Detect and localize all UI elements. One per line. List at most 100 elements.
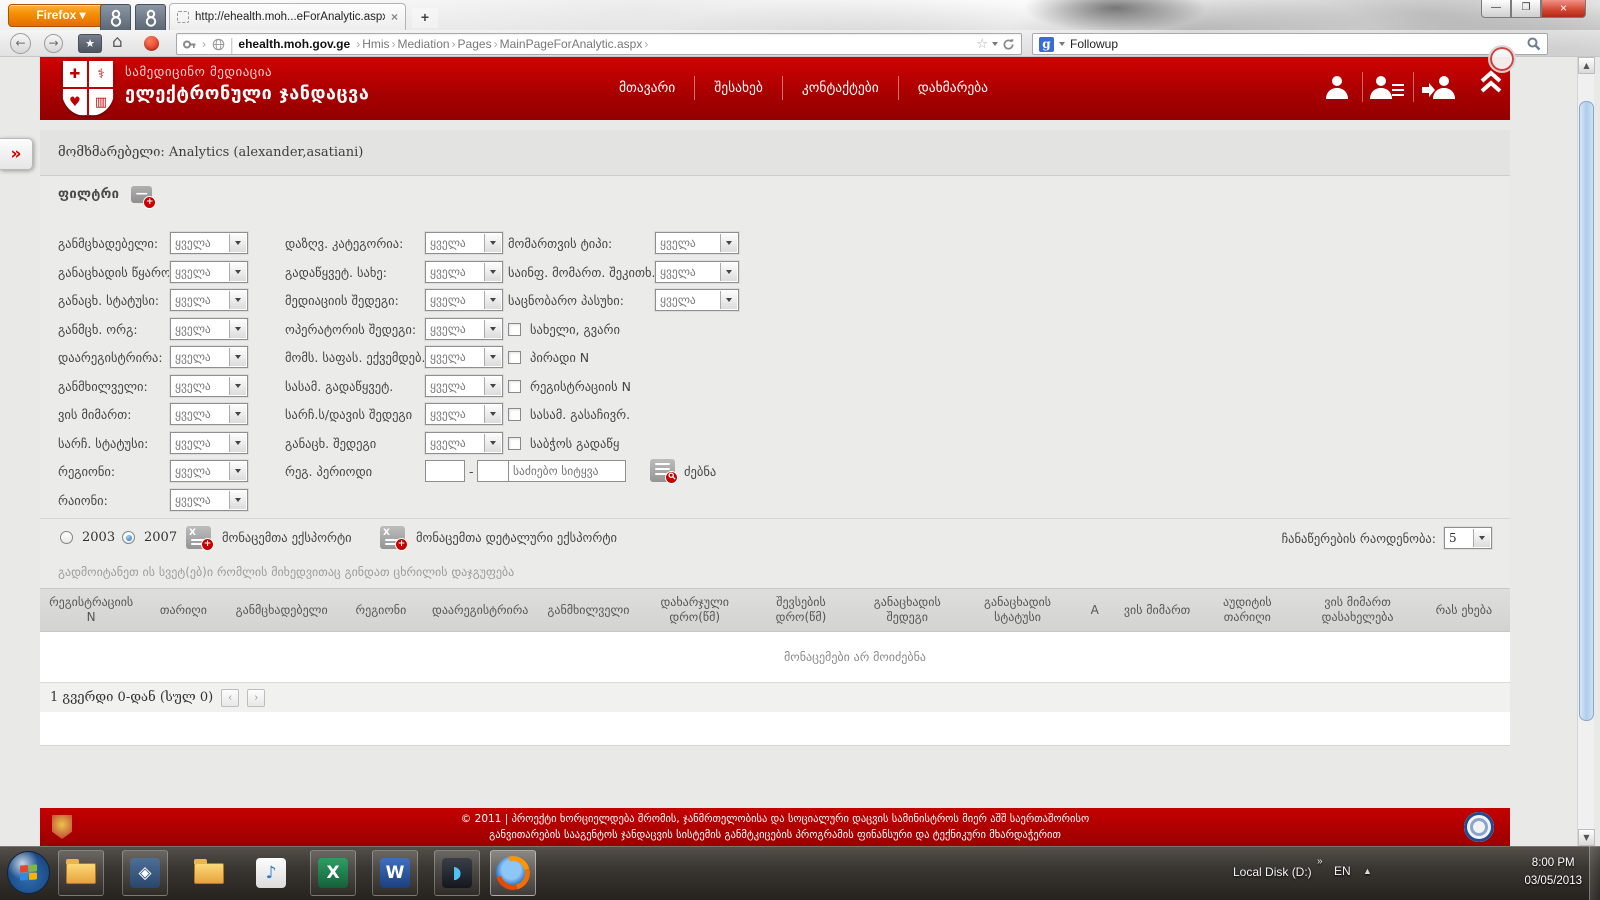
user-list-button[interactable] [1363,73,1413,101]
sidebar-expand-button[interactable]: » [0,138,33,170]
select-arrow-icon[interactable] [720,234,737,252]
excel-export-icon[interactable]: X + [186,526,211,549]
column-header-3[interactable]: რეგიონი [339,589,423,631]
breadcrumb-item-2[interactable]: Pages [458,37,492,51]
taskbar-explorer-button[interactable] [58,850,104,896]
scroll-up-icon[interactable]: ▲ [1578,57,1595,74]
addon-icon[interactable] [144,36,159,51]
filter-checkbox-0[interactable] [508,323,521,336]
column-header-13[interactable]: ვის მიმართ დასახელება [1297,589,1417,631]
breadcrumb-item-3[interactable]: MainPageForAnalytic.aspx [500,37,643,51]
radio-2003-label[interactable]: 2003 [82,519,115,557]
column-header-10[interactable]: A [1073,589,1117,631]
filter-select-c1-2[interactable]: ყველა [170,289,248,311]
export-data-button[interactable]: მონაცემთა ექსპორტი [222,519,352,557]
filter-select-c1-7[interactable]: ყველა [170,432,248,454]
select-arrow-icon[interactable] [720,291,737,309]
start-button[interactable] [7,851,50,894]
excel-detailed-export-icon[interactable]: X + [380,526,405,549]
scrollbar-thumb[interactable] [1579,101,1594,721]
select-arrow-icon[interactable] [229,405,246,423]
search-engine-dropdown-icon[interactable] [1059,42,1065,46]
new-tab-button[interactable]: + [412,8,438,28]
url-host[interactable]: ehealth.moh.gov.ge [238,37,350,51]
filter-checkbox-1[interactable] [508,351,521,364]
pinned-tab-1[interactable] [100,4,131,30]
hidden-icons-chevron[interactable]: ▲ [1363,866,1372,876]
reload-icon[interactable] [1002,38,1015,51]
filter-select-c3-2[interactable]: ყველა [655,289,739,311]
bookmarks-button[interactable]: ★ [78,34,102,53]
filter-select-c1-5[interactable]: ყველა [170,375,248,397]
language-indicator[interactable]: EN [1334,864,1351,878]
filter-select-c1-8[interactable]: ყველა [170,460,248,482]
search-bar[interactable]: g Followup [1032,33,1548,55]
filter-select-c2-7[interactable]: ყველა [425,432,503,454]
minimize-button[interactable]: — [1481,0,1511,18]
select-arrow-icon[interactable] [484,234,501,252]
urlbar-dropdown-icon[interactable] [992,42,998,46]
filter-select-c1-1[interactable]: ყველა [170,261,248,283]
filter-select-c1-0[interactable]: ყველა [170,232,248,254]
column-header-12[interactable]: აუდიტის თარიღი [1197,589,1297,631]
menu-item-2[interactable]: კონტაქტები [783,76,899,100]
toolbar-overflow-chevron[interactable]: » [1317,856,1323,867]
taskbar-app2-button[interactable]: ◈ [122,850,168,896]
filter-checkbox-3[interactable] [508,408,521,421]
select-arrow-icon[interactable] [720,263,737,281]
show-desktop-button[interactable] [1589,846,1600,900]
taskbar-excel-button[interactable]: X [310,850,356,896]
radio-2007-label[interactable]: 2007 [144,519,177,557]
collapse-header-button[interactable] [1478,69,1504,99]
select-arrow-icon[interactable] [229,377,246,395]
search-word-input[interactable] [508,460,626,482]
column-header-5[interactable]: განმხილველი [537,589,639,631]
taskbar-firefox-button[interactable] [490,850,536,896]
search-doc-icon[interactable] [650,459,675,482]
records-count-select[interactable]: 5 [1444,527,1492,549]
taskbar-clock[interactable]: 8:00 PM 03/05/2013 [1524,854,1582,891]
breadcrumb-item-1[interactable]: Mediation [398,37,450,51]
taskbar-app7-button[interactable]: ◗ [434,850,480,896]
pinned-tab-2[interactable] [135,4,166,30]
bookmark-star-icon[interactable]: ☆ [976,37,988,52]
select-arrow-icon[interactable] [229,491,246,509]
menu-item-1[interactable]: შესახებ [695,76,783,100]
column-header-7[interactable]: შევსების დრო(წმ) [750,589,852,631]
column-header-14[interactable]: რას ეხება [1418,589,1510,631]
filter-collapse-button[interactable]: — + [131,186,152,203]
menu-item-0[interactable]: მთავარი [600,76,695,100]
logout-button[interactable] [1414,73,1464,101]
select-arrow-icon[interactable] [484,434,501,452]
filter-select-c2-3[interactable]: ყველა [425,318,503,340]
forward-button[interactable]: → [44,34,63,53]
filter-select-c2-0[interactable]: ყველა [425,232,503,254]
select-arrow-icon[interactable] [1473,529,1490,547]
home-button[interactable]: ⌂ [112,32,123,52]
column-header-11[interactable]: ვის მიმართ [1117,589,1197,631]
active-tab[interactable]: http://ehealth.moh...eForAnalytic.aspx × [169,3,406,30]
search-button[interactable]: ძებნა [684,460,716,484]
filter-select-c2-2[interactable]: ყველა [425,289,503,311]
close-button[interactable]: × [1541,0,1586,18]
select-arrow-icon[interactable] [229,291,246,309]
column-header-9[interactable]: განაცხადის სტატუსი [962,589,1072,631]
column-header-4[interactable]: დაარეგისტრირა [423,589,537,631]
next-page-button[interactable]: › [247,689,265,707]
menu-item-3[interactable]: დახმარება [899,76,1007,100]
select-arrow-icon[interactable] [484,263,501,281]
search-icon[interactable] [1527,37,1541,51]
select-arrow-icon[interactable] [484,320,501,338]
filter-select-c1-3[interactable]: ყველა [170,318,248,340]
column-header-8[interactable]: განაცხადის შედეგი [852,589,962,631]
user-profile-button[interactable] [1312,73,1362,101]
filter-select-c2-4[interactable]: ყველა [425,346,503,368]
scroll-down-icon[interactable]: ▼ [1578,829,1595,846]
tab-close-icon[interactable]: × [391,10,398,24]
radio-2003[interactable] [60,531,73,544]
period-from-input[interactable] [425,460,465,482]
select-arrow-icon[interactable] [484,291,501,309]
filter-select-c1-4[interactable]: ყველა [170,346,248,368]
filter-select-c3-0[interactable]: ყველა [655,232,739,254]
firefox-menu-button[interactable]: Firefox ▾ [8,4,114,27]
